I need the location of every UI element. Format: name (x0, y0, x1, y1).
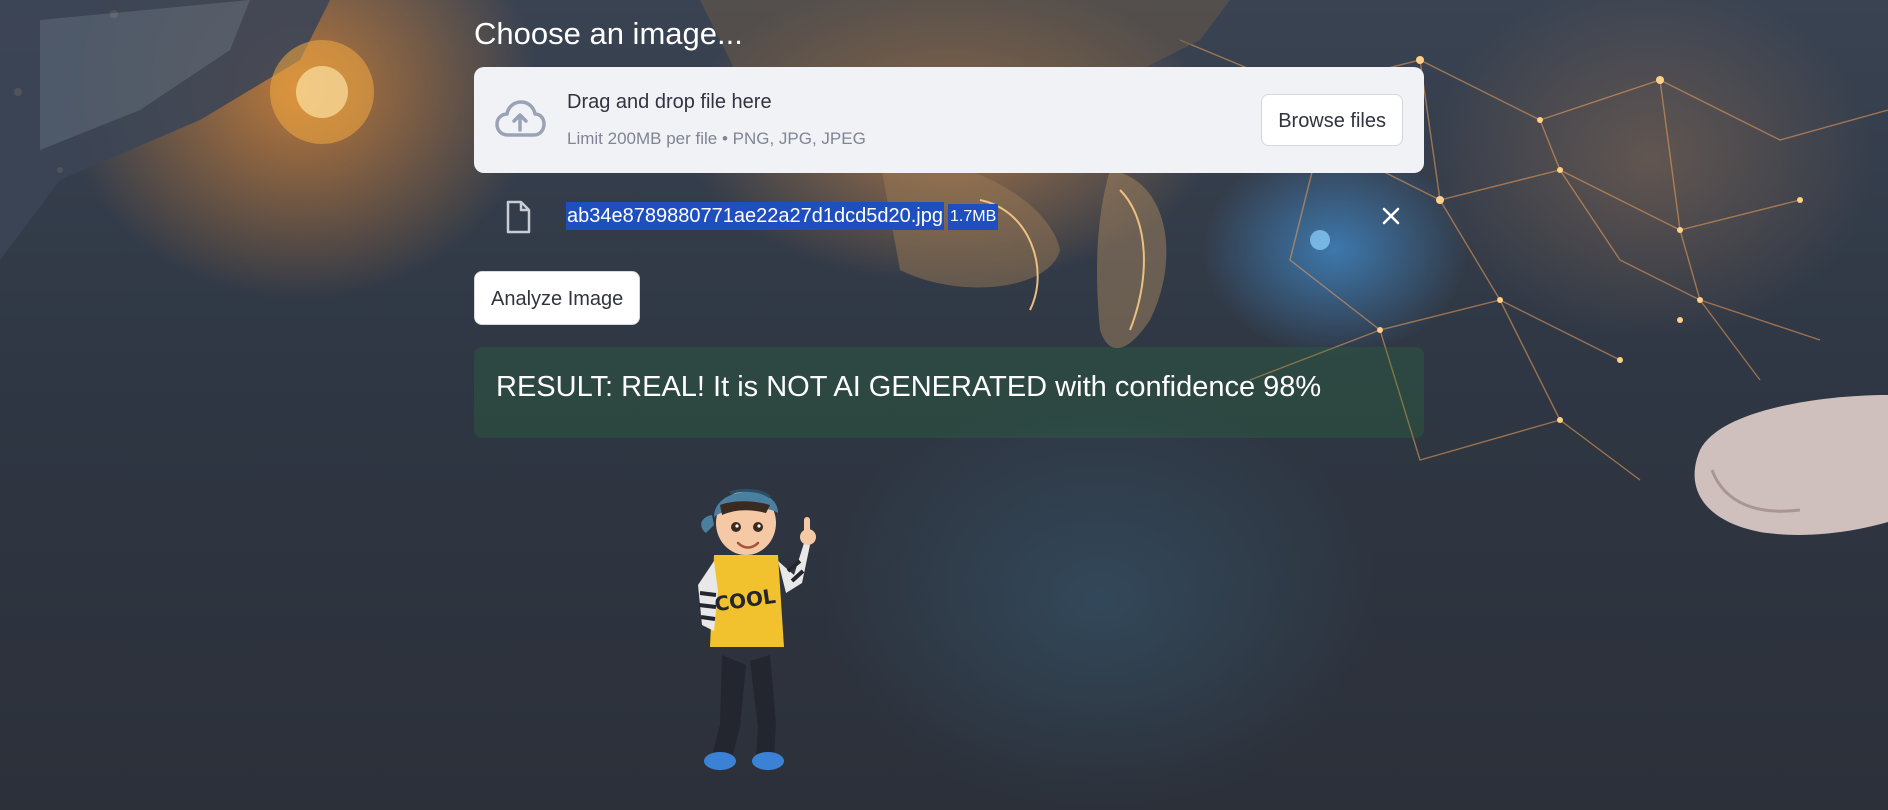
file-size: 1.7MB (948, 204, 999, 230)
close-icon[interactable] (1377, 202, 1405, 230)
dropzone-limits: Limit 200MB per file • PNG, JPG, JPEG (567, 129, 866, 148)
cloud-upload-icon (495, 100, 546, 137)
app-page: Choose an image... Drag and drop file he… (0, 0, 1888, 810)
analyze-image-button[interactable]: Analyze Image (474, 271, 641, 325)
dropzone-title: Drag and drop file here (567, 91, 772, 113)
mascot-illustration: COOL (698, 488, 816, 770)
uploaded-file-row: ab34e8789880771ae22a27d1dcd5d20.jpg 1.7M… (474, 190, 1424, 242)
file-dropzone[interactable]: Drag and drop file here Limit 200MB per … (474, 67, 1424, 173)
file-name: ab34e8789880771ae22a27d1dcd5d20.jpg (566, 202, 944, 230)
browse-files-button[interactable]: Browse files (1261, 94, 1403, 146)
file-icon (506, 200, 531, 234)
result-alert: RESULT: REAL! It is NOT AI GENERATED wit… (474, 347, 1424, 438)
uploader-label: Choose an image... (474, 16, 743, 51)
result-text: RESULT: REAL! It is NOT AI GENERATED wit… (496, 371, 1322, 403)
